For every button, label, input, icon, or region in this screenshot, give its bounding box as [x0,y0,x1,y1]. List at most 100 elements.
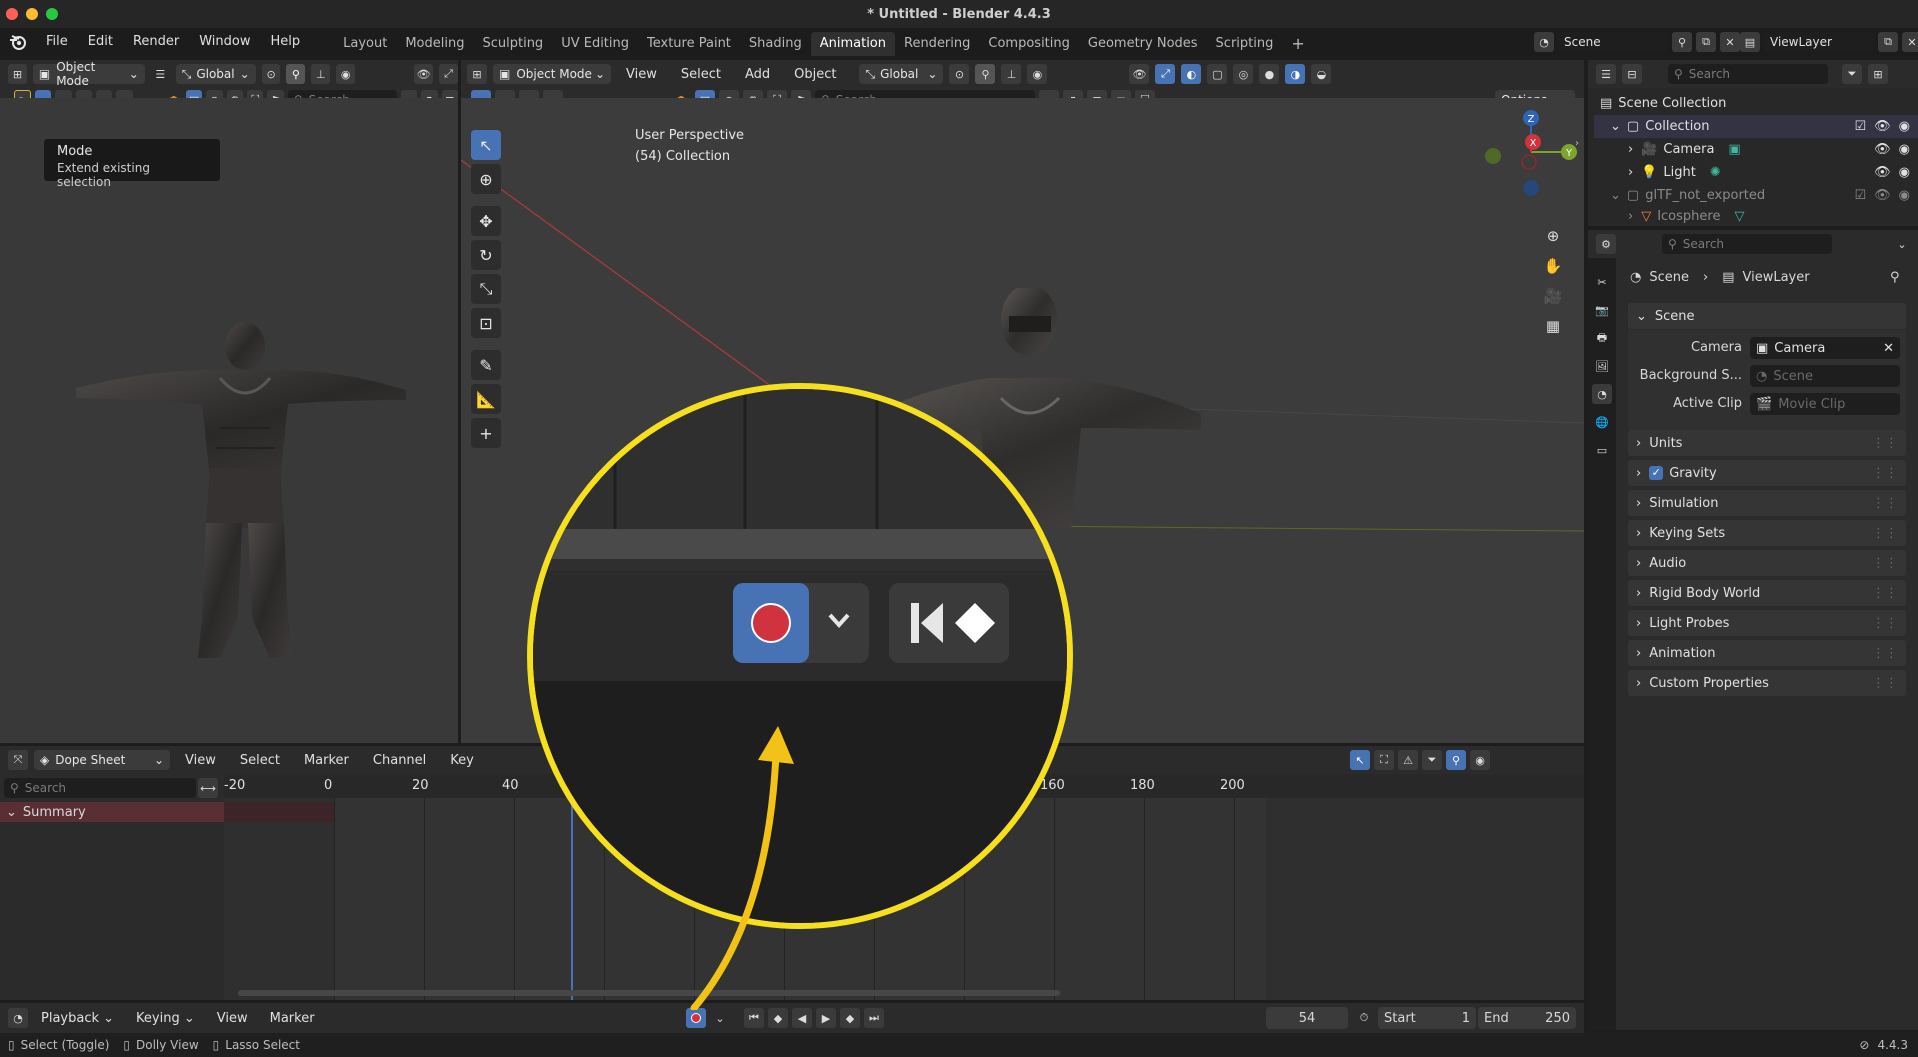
left-orientation-dropdown[interactable]: ⤡ Global ⌄ [175,64,256,84]
outliner-item-icosphere[interactable]: › ▽ Icosphere ▽ [1594,207,1918,225]
background-scene-field[interactable]: ◔ Scene [1750,365,1900,387]
rotate-tool-icon[interactable]: ↻ [471,240,501,270]
drag-handle-icon[interactable]: ⋮⋮ [1872,646,1898,661]
gizmo-toggle-icon[interactable]: ⤢ [1155,64,1176,84]
pan-hand-icon[interactable]: ✋ [1543,256,1563,276]
camera-render-icon[interactable]: ◉ [1899,165,1910,180]
overlay-toggle-icon[interactable]: ◐ [1181,64,1202,84]
snap-icon[interactable]: ⚲ [975,64,996,84]
stopwatch-icon[interactable]: ⏱ [1354,1008,1374,1028]
tab-animation[interactable]: Animation [810,32,895,56]
panel-simulation[interactable]: › Simulation ⋮⋮ [1628,490,1906,516]
remove-scene-icon[interactable]: ✕ [1720,32,1740,52]
playhead[interactable] [571,794,573,1000]
gravity-checkbox[interactable]: ✓ [1649,466,1664,480]
checkbox-icon[interactable]: ☑ [1854,188,1866,203]
camera-view-icon[interactable]: 🎥 [1543,286,1563,306]
editor-type-icon[interactable]: ◔ [8,1008,28,1028]
active-clip-field[interactable]: 🎬 Movie Clip [1750,393,1900,415]
panel-scene[interactable]: ⌄ Scene [1628,303,1906,329]
outliner-search-input[interactable]: ⚲ Search [1668,64,1828,84]
menu-marker[interactable]: Marker [295,753,358,768]
jump-end-icon[interactable]: ⏭ [864,1008,884,1028]
drag-handle-icon[interactable]: ⋮⋮ [1872,526,1898,541]
add-object-tool-icon[interactable]: + [471,418,501,448]
new-scene-icon[interactable]: ⧉ [1696,32,1716,52]
armor-character-model[interactable] [70,318,410,668]
annotate-tool-icon[interactable]: ✎ [471,350,501,380]
proportional-edit-icon[interactable]: ◉ [1470,750,1490,770]
filter-icon[interactable]: ⏷ [1842,64,1862,84]
clear-icon[interactable]: ✕ [1883,341,1894,356]
gltf-collection-row[interactable]: ⌄ ▢ glTF_not_exported ☑ 👁 ◉ [1594,184,1918,207]
menu-select[interactable]: Select [231,753,289,768]
panel-rigid-body-world[interactable]: › Rigid Body World ⋮⋮ [1628,580,1906,606]
left-3d-viewport[interactable]: Mode Extend existing selection ‹ [0,98,556,743]
menu-key[interactable]: Key [441,753,483,768]
xray-icon[interactable]: ▢ [1207,64,1228,84]
menu-channel[interactable]: Channel [364,753,435,768]
tab-texture-paint[interactable]: Texture Paint [638,32,740,56]
menu-marker[interactable]: Marker [261,1011,324,1026]
menu-object[interactable]: Object [785,67,845,82]
jump-start-icon[interactable]: ⏮ [744,1008,764,1028]
checkbox-icon[interactable]: ☑ [1854,119,1866,134]
tab-modeling[interactable]: Modeling [396,32,473,56]
tab-uv-editing[interactable]: UV Editing [552,32,638,56]
drag-handle-icon[interactable]: ⋮⋮ [1872,496,1898,511]
panel-animation[interactable]: › Animation ⋮⋮ [1628,640,1906,666]
tool-tab-icon[interactable]: ✂ [1592,272,1612,292]
tab-geometry-nodes[interactable]: Geometry Nodes [1079,32,1207,56]
material-shading-icon[interactable]: ◑ [1285,64,1306,84]
panel-light-probes[interactable]: › Light Probes ⋮⋮ [1628,610,1906,636]
camera-render-icon[interactable]: ◉ [1899,119,1910,134]
transform-tool-icon[interactable]: ⊡ [471,308,501,338]
chevron-down-icon[interactable]: ⌄ [710,1008,730,1028]
wireframe-shading-icon[interactable]: ◎ [1233,64,1254,84]
select-box-tool-icon[interactable]: ↖ [471,130,501,160]
summary-channel[interactable]: ⌄ Summary [0,802,224,822]
tab-shading[interactable]: Shading [740,32,811,56]
drag-handle-icon[interactable]: ⋮⋮ [1872,466,1898,481]
drag-handle-icon[interactable]: ⋮⋮ [1872,676,1898,691]
menu-window[interactable]: Window [189,28,260,56]
outliner-item-light[interactable]: › 💡 Light ✺ 👁 ◉ [1594,161,1918,184]
snap-target-icon[interactable]: ⊥ [1001,64,1022,84]
drag-handle-icon[interactable]: ⋮⋮ [1872,436,1898,451]
view-layer-tab-icon[interactable]: 🖼 [1592,356,1612,376]
gizmo-toggle-icon[interactable]: ⤢ [439,64,458,84]
solid-shading-icon[interactable]: ● [1259,64,1280,84]
output-tab-icon[interactable]: 🖶 [1592,328,1612,348]
pin-icon[interactable]: ⚲ [1672,32,1692,52]
cursor-tool-icon[interactable]: ⊕ [471,164,501,194]
eye-icon[interactable]: 👁 [1874,188,1891,203]
auto-snap-icon[interactable]: ⚲ [1446,750,1466,770]
snap-icon[interactable]: ⚲ [286,64,306,84]
menu-help[interactable]: Help [261,28,311,56]
end-frame-field[interactable]: End 250 [1478,1007,1576,1029]
record-keyframes-button[interactable] [686,1008,706,1028]
panel-gravity[interactable]: › ✓ Gravity ⋮⋮ [1628,460,1906,486]
start-frame-field[interactable]: Start 1 [1378,1007,1476,1029]
editor-type-icon[interactable]: ⚙ [1596,234,1616,254]
remove-view-layer-icon[interactable]: ✕ [1902,32,1918,52]
snap-target-icon[interactable]: ⊥ [311,64,331,84]
rendered-shading-icon[interactable]: ◒ [1311,64,1332,84]
properties-search-input[interactable]: ⚲ Search [1662,234,1832,254]
panel-custom-properties[interactable]: › Custom Properties ⋮⋮ [1628,670,1906,696]
scale-tool-icon[interactable]: ⤡ [471,274,501,304]
collection-row[interactable]: ⌄ ▢ Collection ☑ 👁 ◉ [1594,115,1918,138]
tab-sculpting[interactable]: Sculpting [473,32,552,56]
pivot-icon[interactable]: ⊙ [261,64,281,84]
menu-playback[interactable]: Playback ⌄ [32,1011,123,1026]
display-mode-icon[interactable]: ⊟ [1622,64,1642,84]
menu-view[interactable]: View [208,1011,257,1026]
tab-layout[interactable]: Layout [334,32,396,56]
drag-handle-icon[interactable]: ⋮⋮ [1872,586,1898,601]
eye-icon[interactable]: 👁 [1874,165,1891,180]
zoom-icon[interactable]: ⊕ [1543,226,1563,246]
scene-name-field[interactable]: Scene [1558,32,1668,52]
measure-tool-icon[interactable]: 📐 [471,384,501,414]
camera-render-icon[interactable]: ◉ [1899,188,1910,203]
collection-tab-icon[interactable]: ▭ [1592,440,1612,460]
